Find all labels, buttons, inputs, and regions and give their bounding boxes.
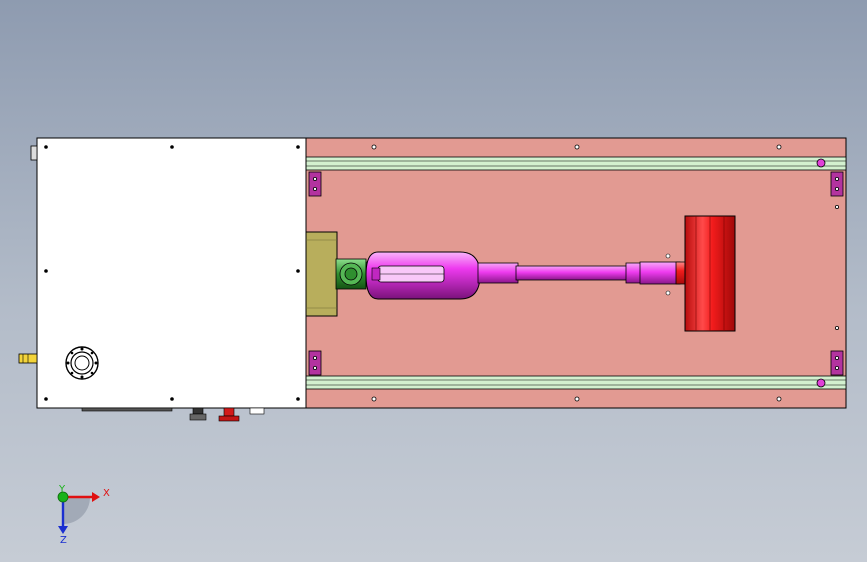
- z-axis-label: Z: [60, 535, 67, 546]
- y-axis-label: Y: [58, 484, 66, 495]
- control-box[interactable]: [18, 137, 307, 422]
- axis-triad: X Y Z: [57, 484, 110, 546]
- bracket-top-left: [308, 171, 322, 197]
- bracket-bottom-left: [308, 350, 322, 376]
- bottom-fitting-white[interactable]: [249, 407, 265, 415]
- bottom-rail-end-stop: [816, 378, 826, 388]
- x-axis-label: X: [103, 488, 110, 499]
- top-rail-end-stop: [816, 158, 826, 168]
- cad-viewport[interactable]: X Y Z: [0, 0, 867, 562]
- main-cylinder[interactable]: [365, 251, 481, 300]
- bottom-linear-rail[interactable]: [305, 375, 847, 390]
- bottom-cable-tray: [81, 407, 173, 412]
- roller-brush[interactable]: [684, 215, 736, 332]
- cable-gland[interactable]: [65, 346, 99, 380]
- bottom-fitting-black[interactable]: [189, 407, 207, 421]
- bracket-top-right: [830, 171, 844, 197]
- control-box-left-tab: [30, 145, 38, 161]
- clamp-block[interactable]: [305, 231, 338, 317]
- bracket-bottom-right: [830, 350, 844, 376]
- bottom-fitting-red[interactable]: [218, 407, 240, 422]
- top-linear-rail[interactable]: [305, 156, 847, 171]
